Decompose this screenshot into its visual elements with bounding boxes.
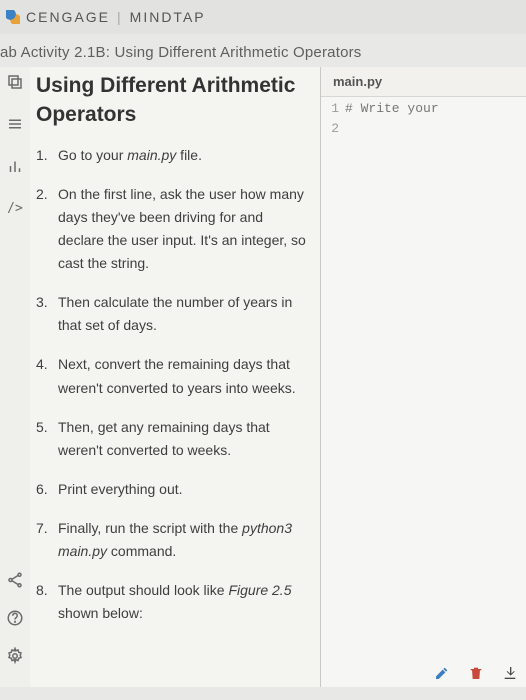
code-line bbox=[345, 119, 526, 139]
page-title: Using Different Arithmetic Operators bbox=[36, 71, 308, 130]
emphasis: Figure 2.5 bbox=[228, 582, 291, 598]
line-number: 2 bbox=[321, 119, 339, 139]
brand-product: MINDTAP bbox=[130, 9, 206, 25]
editor-panel: main.py 12 # Write your bbox=[320, 67, 526, 687]
step-item: Next, convert the remaining days that we… bbox=[36, 353, 308, 399]
step-item: On the first line, ask the user how many… bbox=[36, 183, 308, 275]
code-line: # Write your bbox=[345, 99, 526, 119]
app-header: CENGAGE | MINDTAP bbox=[0, 0, 526, 34]
download-icon[interactable] bbox=[502, 665, 518, 681]
breadcrumb: ab Activity 2.1B: Using Different Arithm… bbox=[0, 34, 526, 67]
step-item: Then calculate the number of years in th… bbox=[36, 291, 308, 337]
editor-toolbar bbox=[434, 665, 518, 681]
instructions-panel: Using Different Arithmetic Operators Go … bbox=[30, 67, 320, 687]
share-icon[interactable] bbox=[6, 571, 24, 589]
emphasis: main.py bbox=[127, 147, 176, 163]
line-number: 1 bbox=[321, 99, 339, 119]
emphasis: python3 main.py bbox=[58, 520, 292, 559]
terminal-icon[interactable]: /> bbox=[6, 199, 24, 217]
brand-text: CENGAGE | MINDTAP bbox=[26, 9, 206, 25]
menu-icon[interactable] bbox=[6, 115, 24, 133]
file-tab[interactable]: main.py bbox=[321, 67, 526, 97]
workarea: /> Using Different Arithmetic Operators … bbox=[0, 67, 526, 687]
brand-company: CENGAGE bbox=[26, 9, 110, 25]
line-gutter: 12 bbox=[321, 99, 345, 139]
step-item: Go to your main.py file. bbox=[36, 144, 308, 167]
step-item: Then, get any remaining days that weren'… bbox=[36, 416, 308, 462]
gear-icon[interactable] bbox=[6, 647, 24, 665]
brand-separator: | bbox=[117, 9, 123, 25]
chart-icon[interactable] bbox=[6, 157, 24, 175]
tool-rail: /> bbox=[0, 67, 30, 687]
step-item: Print everything out. bbox=[36, 478, 308, 501]
trash-icon[interactable] bbox=[468, 665, 484, 681]
step-item: Finally, run the script with the python3… bbox=[36, 517, 308, 563]
pencil-icon[interactable] bbox=[434, 665, 450, 681]
help-icon[interactable] bbox=[6, 609, 24, 627]
cengage-logo-icon bbox=[6, 10, 20, 24]
step-item: The output should look like Figure 2.5 s… bbox=[36, 579, 308, 625]
code-area[interactable]: 12 # Write your bbox=[321, 97, 526, 139]
steps-list: Go to your main.py file. On the first lin… bbox=[36, 144, 308, 626]
copy-icon[interactable] bbox=[6, 73, 24, 91]
code-source[interactable]: # Write your bbox=[345, 99, 526, 139]
